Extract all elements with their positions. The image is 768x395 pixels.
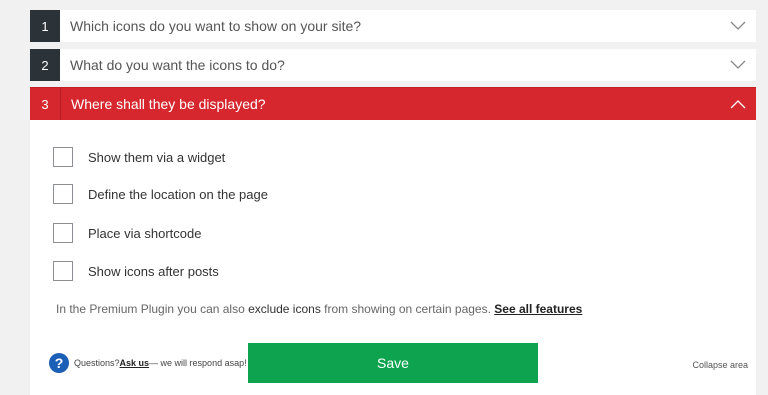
after-posts-checkbox[interactable]: [53, 261, 73, 281]
section-2-number: 2: [30, 49, 60, 81]
help-suffix: — we will respond asap!: [149, 358, 247, 368]
option-widget[interactable]: Show them via a widget: [53, 147, 225, 167]
section-1-header[interactable]: 1 Which icons do you want to show on you…: [30, 10, 756, 42]
section-2-title: What do you want the icons to do?: [70, 57, 285, 73]
collapse-area-link[interactable]: Collapse area: [692, 360, 748, 370]
help-text: ? Questions? Ask us — we will respond as…: [49, 353, 247, 373]
section-2-header[interactable]: 2 What do you want the icons to do?: [30, 49, 756, 81]
chevron-down-icon[interactable]: [720, 49, 756, 81]
section-3-panel: Show them via a widget Define the locati…: [30, 120, 756, 395]
section-3-number: 3: [30, 88, 61, 120]
section-1-title: Which icons do you want to show on your …: [70, 18, 362, 34]
option-label: Show them via a widget: [88, 149, 226, 165]
premium-note-prefix: In the Premium Plugin you can also: [56, 302, 249, 316]
option-label: Define the location on the page: [88, 186, 268, 202]
option-location[interactable]: Define the location on the page: [53, 184, 268, 204]
premium-note-suffix: from showing on certain pages.: [320, 302, 495, 316]
premium-note-bold: exclude icons: [248, 302, 321, 316]
location-checkbox[interactable]: [53, 184, 73, 204]
option-shortcode[interactable]: Place via shortcode: [53, 223, 201, 243]
chevron-down-icon[interactable]: [720, 10, 756, 42]
save-button[interactable]: Save: [248, 343, 538, 383]
section-3-header[interactable]: 3 Where shall they be displayed?: [30, 87, 756, 120]
question-icon: ?: [49, 353, 69, 373]
option-label: Show icons after posts: [88, 263, 219, 279]
see-all-features-link[interactable]: See all features: [494, 302, 582, 316]
shortcode-checkbox[interactable]: [53, 223, 73, 243]
ask-us-link[interactable]: Ask us: [120, 358, 150, 368]
chevron-up-icon[interactable]: [720, 88, 756, 120]
option-after-posts[interactable]: Show icons after posts: [53, 261, 219, 281]
widget-checkbox[interactable]: [53, 147, 73, 167]
help-prefix: Questions?: [74, 358, 120, 368]
option-label: Place via shortcode: [88, 225, 202, 241]
premium-note: In the Premium Plugin you can also exclu…: [56, 302, 582, 316]
section-3-title: Where shall they be displayed?: [71, 96, 266, 112]
section-1-number: 1: [30, 10, 60, 42]
